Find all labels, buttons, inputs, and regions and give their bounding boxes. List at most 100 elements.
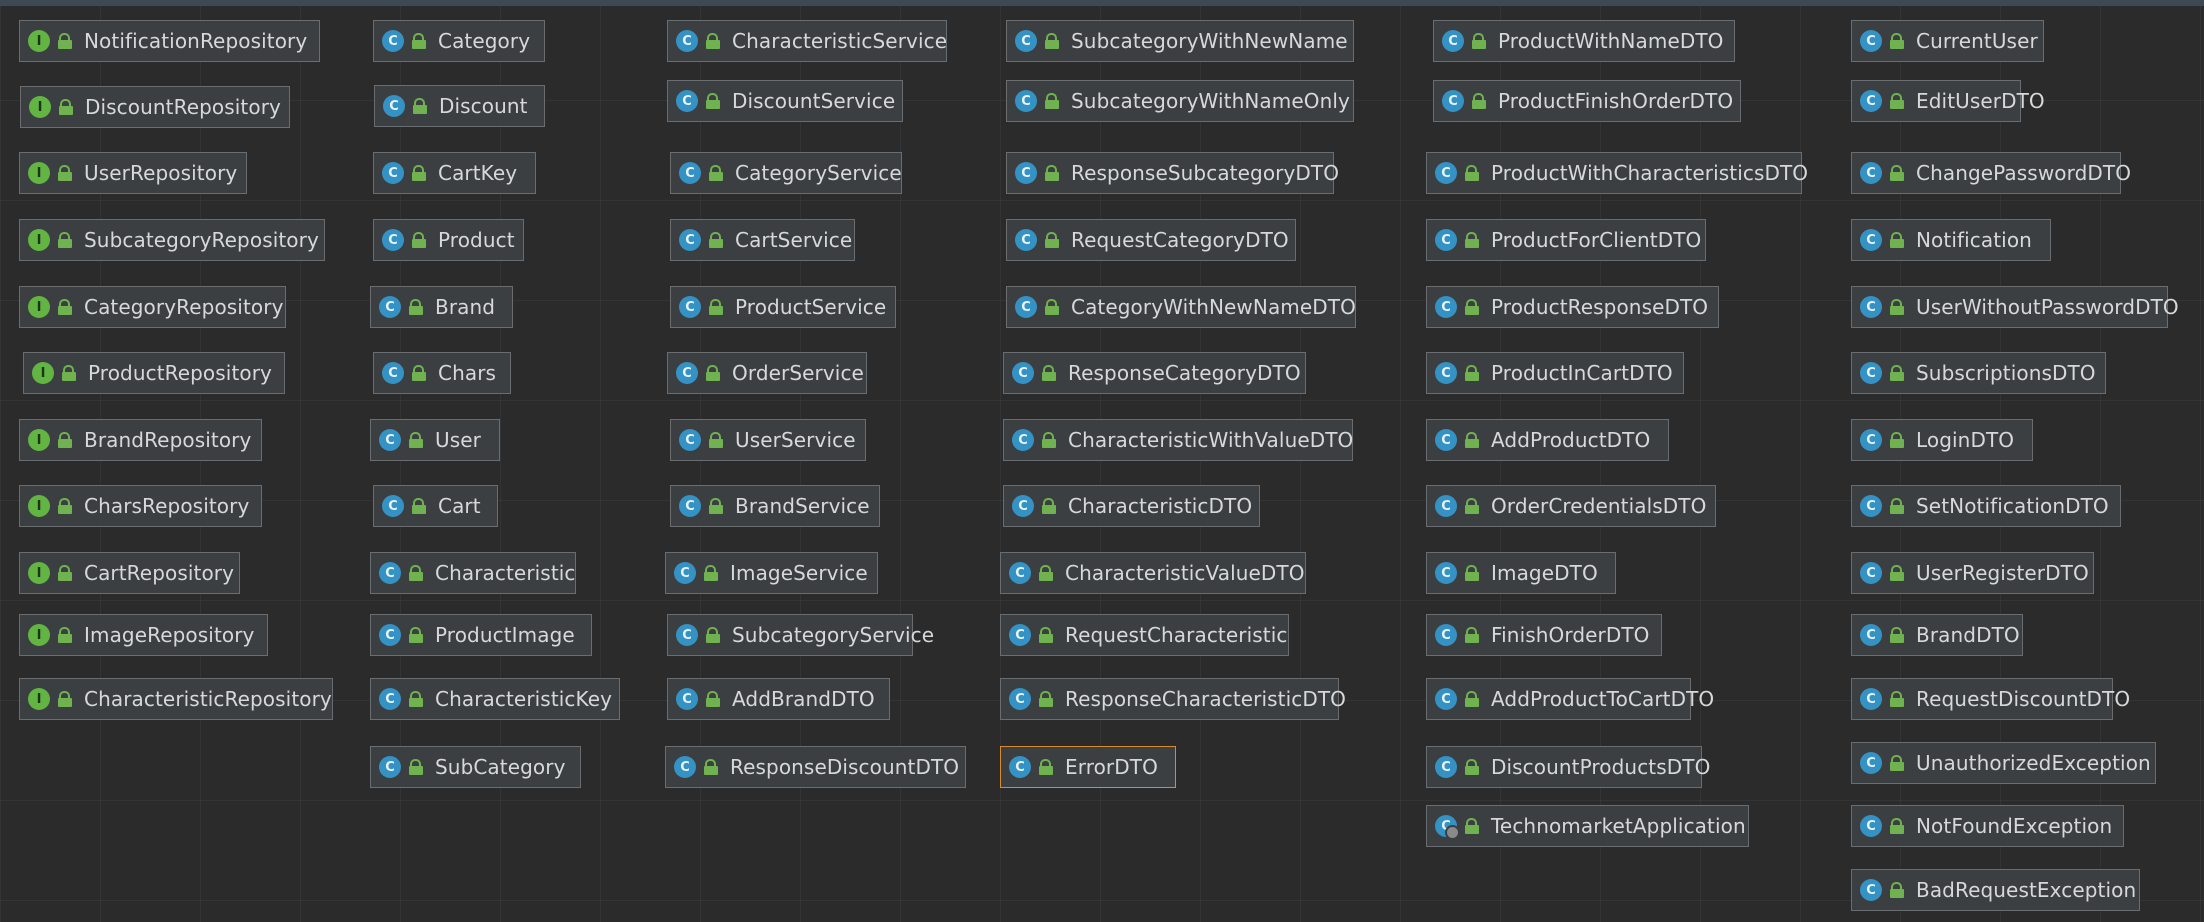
class-node-label: CartService <box>735 228 853 252</box>
class-node-label: TechnomarketApplication <box>1491 814 1746 838</box>
class-node-response-category-dto[interactable]: C ResponseCategoryDTO <box>1003 352 1306 394</box>
class-node-category-with-new-name-dto[interactable]: C CategoryWithNewNameDTO <box>1006 286 1356 328</box>
class-node-subcategory-repository[interactable]: I SubcategoryRepository <box>19 219 325 261</box>
class-node-cart[interactable]: C Cart <box>373 485 498 527</box>
class-node-user-repository[interactable]: I UserRepository <box>19 152 247 194</box>
class-node-cart-key[interactable]: C CartKey <box>373 152 536 194</box>
class-node-category-service[interactable]: C CategoryService <box>670 152 902 194</box>
class-node-order-credentials-dto[interactable]: C OrderCredentialsDTO <box>1426 485 1716 527</box>
class-node-product-finish-order-dto[interactable]: C ProductFinishOrderDTO <box>1433 80 1741 122</box>
class-node-label: NotificationRepository <box>84 29 308 53</box>
class-node-add-product-dto[interactable]: C AddProductDTO <box>1426 419 1669 461</box>
class-node-subcategory-with-name-only[interactable]: C SubcategoryWithNameOnly <box>1006 80 1354 122</box>
class-node-notification[interactable]: C Notification <box>1851 219 2051 261</box>
class-node-product-service[interactable]: C ProductService <box>670 286 896 328</box>
public-lock-icon <box>1890 627 1904 643</box>
class-node-subcategory-service[interactable]: C SubcategoryService <box>667 614 934 656</box>
class-node-set-notification-dto[interactable]: C SetNotificationDTO <box>1851 485 2121 527</box>
class-node-label: SubcategoryWithNewName <box>1071 29 1348 53</box>
class-node-add-product-to-cart-dto[interactable]: C AddProductToCartDTO <box>1426 678 1714 720</box>
class-node-image-dto[interactable]: C ImageDTO <box>1426 552 1616 594</box>
class-node-product[interactable]: C Product <box>373 219 524 261</box>
class-node-product-image[interactable]: C ProductImage <box>370 614 592 656</box>
class-node-brand[interactable]: C Brand <box>370 286 513 328</box>
class-node-discount-repository[interactable]: I DiscountRepository <box>20 86 290 128</box>
class-node-brand-service[interactable]: C BrandService <box>670 485 880 527</box>
class-node-brand-dto[interactable]: C BrandDTO <box>1851 614 2023 656</box>
class-node-user-without-password-dto[interactable]: C UserWithoutPasswordDTO <box>1851 286 2179 328</box>
class-node-category[interactable]: C Category <box>373 20 545 62</box>
class-node-discount[interactable]: C Discount <box>374 85 545 127</box>
class-node-request-category-dto[interactable]: C RequestCategoryDTO <box>1006 219 1296 261</box>
class-node-cart-service[interactable]: C CartService <box>670 219 855 261</box>
public-lock-icon <box>409 759 423 775</box>
public-lock-icon <box>704 565 718 581</box>
class-node-user-register-dto[interactable]: C UserRegisterDTO <box>1851 552 2094 594</box>
interface-icon: I <box>28 429 50 451</box>
class-node-request-characteristic[interactable]: C RequestCharacteristic <box>1000 614 1289 656</box>
class-icon: C <box>679 495 701 517</box>
class-node-product-repository[interactable]: I ProductRepository <box>23 352 285 394</box>
class-node-response-characteristic-dto[interactable]: C ResponseCharacteristicDTO <box>1000 678 1346 720</box>
class-node-order-service[interactable]: C OrderService <box>667 352 867 394</box>
public-lock-icon <box>706 365 720 381</box>
class-node-brand-repository[interactable]: I BrandRepository <box>19 419 262 461</box>
class-node-user-service[interactable]: C UserService <box>670 419 866 461</box>
class-node-add-brand-dto[interactable]: C AddBrandDTO <box>667 678 890 720</box>
class-icon: C <box>1435 562 1457 584</box>
class-icon: C <box>1015 30 1037 52</box>
class-node-response-discount-dto[interactable]: C ResponseDiscountDTO <box>665 746 966 788</box>
public-lock-icon <box>58 165 72 181</box>
class-node-unauthorized-exception[interactable]: C UnauthorizedException <box>1851 742 2156 784</box>
class-node-discount-products-dto[interactable]: C DiscountProductsDTO <box>1426 746 1710 788</box>
class-node-login-dto[interactable]: C LoginDTO <box>1851 419 2033 461</box>
class-node-characteristic-with-value-dto[interactable]: C CharacteristicWithValueDTO <box>1003 419 1353 461</box>
class-node-request-discount-dto[interactable]: C RequestDiscountDTO <box>1851 678 2130 720</box>
class-node-product-response-dto[interactable]: C ProductResponseDTO <box>1426 286 1719 328</box>
class-node-label: OrderCredentialsDTO <box>1491 494 1707 518</box>
class-node-bad-request-exception[interactable]: C BadRequestException <box>1851 869 2140 911</box>
public-lock-icon <box>709 232 723 248</box>
class-node-chars-repository[interactable]: I CharsRepository <box>19 485 262 527</box>
class-node-error-dto[interactable]: C ErrorDTO <box>1000 746 1176 788</box>
class-node-characteristic-dto[interactable]: C CharacteristicDTO <box>1003 485 1260 527</box>
class-node-discount-service[interactable]: C DiscountService <box>667 80 903 122</box>
class-node-characteristic-key[interactable]: C CharacteristicKey <box>370 678 620 720</box>
class-node-technomarket-application[interactable]: C TechnomarketApplication <box>1426 805 1749 847</box>
class-node-category-repository[interactable]: I CategoryRepository <box>19 286 286 328</box>
public-lock-icon <box>409 432 423 448</box>
class-node-characteristic-repository[interactable]: I CharacteristicRepository <box>19 678 333 720</box>
class-node-image-repository[interactable]: I ImageRepository <box>19 614 268 656</box>
class-icon: C <box>379 296 401 318</box>
class-node-chars[interactable]: C Chars <box>373 352 511 394</box>
class-node-response-subcategory-dto[interactable]: C ResponseSubcategoryDTO <box>1006 152 1339 194</box>
class-node-not-found-exception[interactable]: C NotFoundException <box>1851 805 2124 847</box>
class-node-product-with-characteristics-dto[interactable]: C ProductWithCharacteristicsDTO <box>1426 152 1808 194</box>
class-diagram-canvas[interactable]: I NotificationRepository I DiscountReposito… <box>0 0 2204 922</box>
class-icon: C <box>1015 162 1037 184</box>
class-node-label: Characteristic <box>435 561 576 585</box>
class-node-product-for-client-dto[interactable]: C ProductForClientDTO <box>1426 219 1706 261</box>
class-node-subscriptions-dto[interactable]: C SubscriptionsDTO <box>1851 352 2106 394</box>
class-node-label: CharacteristicWithValueDTO <box>1068 428 1354 452</box>
class-node-characteristic[interactable]: C Characteristic <box>370 552 576 594</box>
class-node-cart-repository[interactable]: I CartRepository <box>19 552 240 594</box>
class-node-finish-order-dto[interactable]: C FinishOrderDTO <box>1426 614 1662 656</box>
class-node-edit-user-dto[interactable]: C EditUserDTO <box>1851 80 2045 122</box>
class-node-change-password-dto[interactable]: C ChangePasswordDTO <box>1851 152 2131 194</box>
class-icon: C <box>1015 90 1037 112</box>
public-lock-icon <box>704 759 718 775</box>
class-node-image-service[interactable]: C ImageService <box>665 552 878 594</box>
class-node-subcategory-with-new-name[interactable]: C SubcategoryWithNewName <box>1006 20 1354 62</box>
class-node-user[interactable]: C User <box>370 419 500 461</box>
class-node-notification-repository[interactable]: I NotificationRepository <box>19 20 320 62</box>
class-node-label: UnauthorizedException <box>1916 751 2151 775</box>
class-node-characteristic-value-dto[interactable]: C CharacteristicValueDTO <box>1000 552 1306 594</box>
class-icon: C <box>1860 495 1882 517</box>
class-node-sub-category[interactable]: C SubCategory <box>370 746 581 788</box>
class-node-product-in-cart-dto[interactable]: C ProductInCartDTO <box>1426 352 1684 394</box>
class-node-product-with-name-dto[interactable]: C ProductWithNameDTO <box>1433 20 1735 62</box>
class-node-current-user[interactable]: C CurrentUser <box>1851 20 2044 62</box>
class-node-label: ProductImage <box>435 623 575 647</box>
class-node-characteristic-service[interactable]: C CharacteristicService <box>667 20 947 62</box>
